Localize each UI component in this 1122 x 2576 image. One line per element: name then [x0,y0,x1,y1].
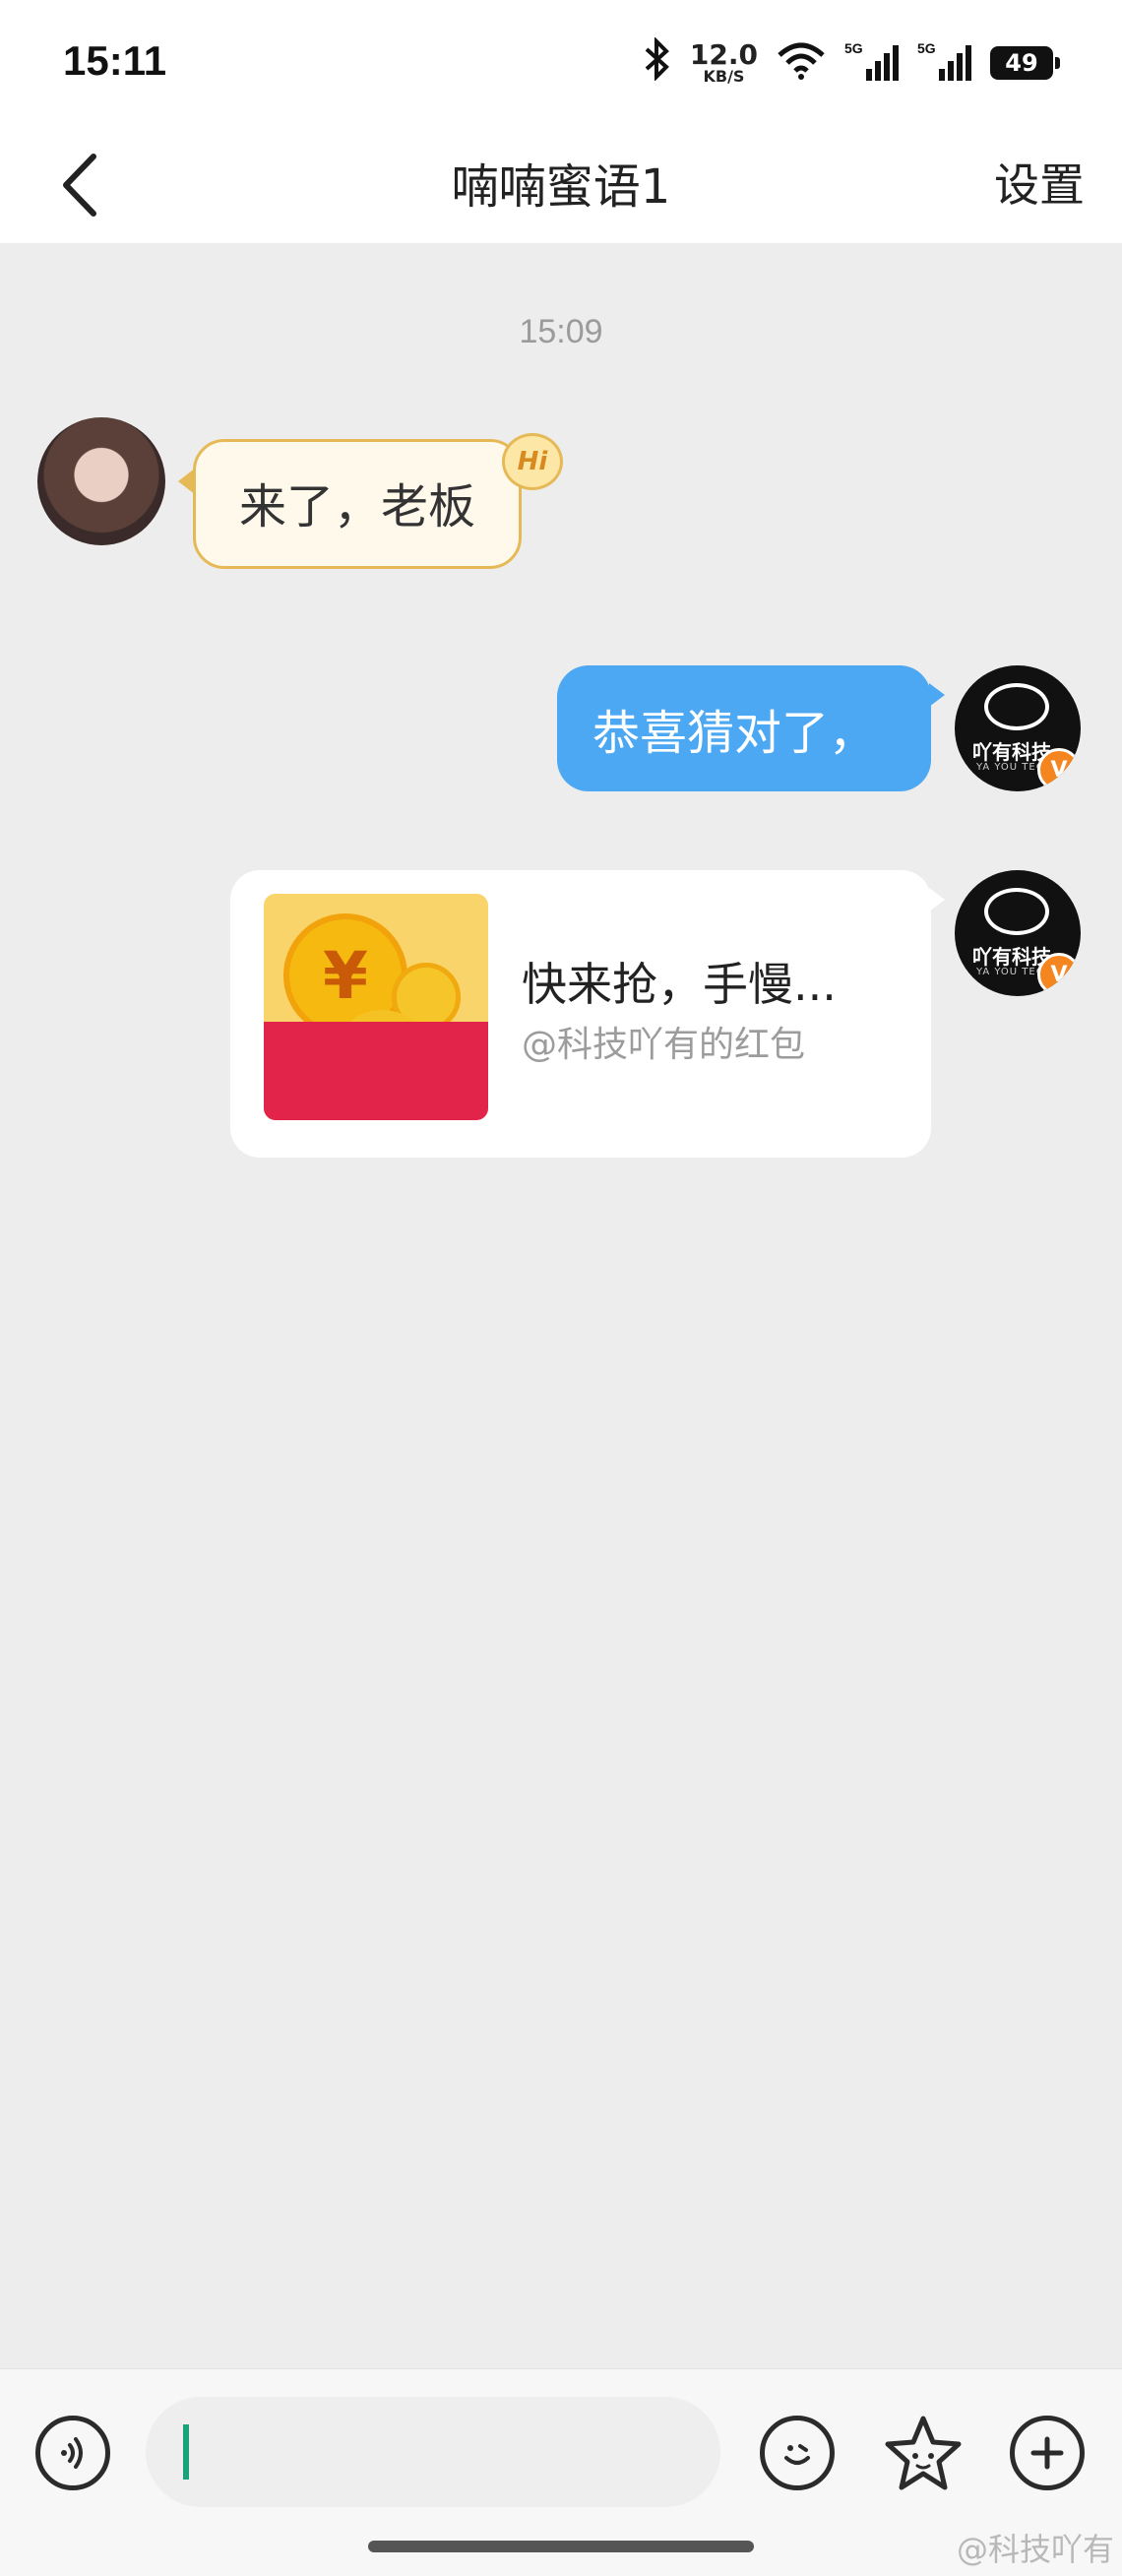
plus-icon [1030,2436,1064,2470]
star-face-icon [885,2416,962,2490]
wifi-icon [776,41,827,85]
verified-badge-icon: V [1037,748,1081,791]
pig-logo-icon [984,888,1049,935]
home-indicator[interactable] [368,2541,754,2552]
signal-2-label: 5G [917,40,936,56]
nav-bar: 喃喃蜜语1 设置 [0,128,1122,243]
bluetooth-icon [643,36,672,89]
page-title: 喃喃蜜语1 [451,159,671,215]
status-time: 15:11 [63,37,167,84]
red-packet-card[interactable]: ¥ 快来抢，手慢... @科技吖有的红包 [230,870,945,1158]
contact-avatar[interactable] [37,417,165,545]
signal-icon-2: 5G [917,39,972,87]
incoming-message-bubble[interactable]: 来了，老板 [177,439,523,569]
red-packet-title: 快来抢，手慢... [522,958,837,1011]
red-packet-icon: ¥ [264,894,488,1120]
battery-icon: 49 [990,46,1060,80]
outgoing-message-text: 恭喜猜对了， [592,706,877,761]
status-bar: 15:11 12.0 KB/S 5G 5G 49 [0,0,1122,128]
voice-button[interactable] [35,2416,110,2490]
pig-logo-icon [984,683,1049,730]
text-cursor [183,2424,189,2480]
network-speed-unit: KB/S [703,67,745,86]
chat-timestamp: 15:09 [519,313,603,350]
my-avatar[interactable]: 吖有科技 YA YOU TECHNO V [955,665,1081,791]
message-input[interactable] [146,2397,720,2507]
watermark: @科技吖有 [956,2531,1114,2568]
verified-badge-icon: V [1037,953,1081,996]
more-button[interactable] [1010,2416,1085,2490]
emoji-button[interactable] [760,2416,835,2490]
signal-1-label: 5G [844,40,863,56]
envelope-body [264,1022,488,1120]
hi-badge: Hi [502,433,563,490]
voice-icon [61,2437,83,2469]
outgoing-message-bubble[interactable]: 恭喜猜对了， [557,665,945,791]
settings-button[interactable]: 设置 [994,150,1085,215]
input-bar: @科技吖有 [0,2368,1122,2576]
red-packet-subtitle: @科技吖有的红包 [522,1025,806,1065]
network-speed-value: 12.0 [689,38,758,71]
emoji-icon [784,2444,810,2465]
favorite-sticker-button[interactable] [882,2413,965,2495]
status-icons: 12.0 KB/S 5G 5G 49 [643,36,1060,89]
network-speed: 12.0 KB/S [690,41,758,85]
signal-icon-1: 5G [844,39,900,87]
my-avatar[interactable]: 吖有科技 YA YOU TECHNO V [955,870,1081,996]
